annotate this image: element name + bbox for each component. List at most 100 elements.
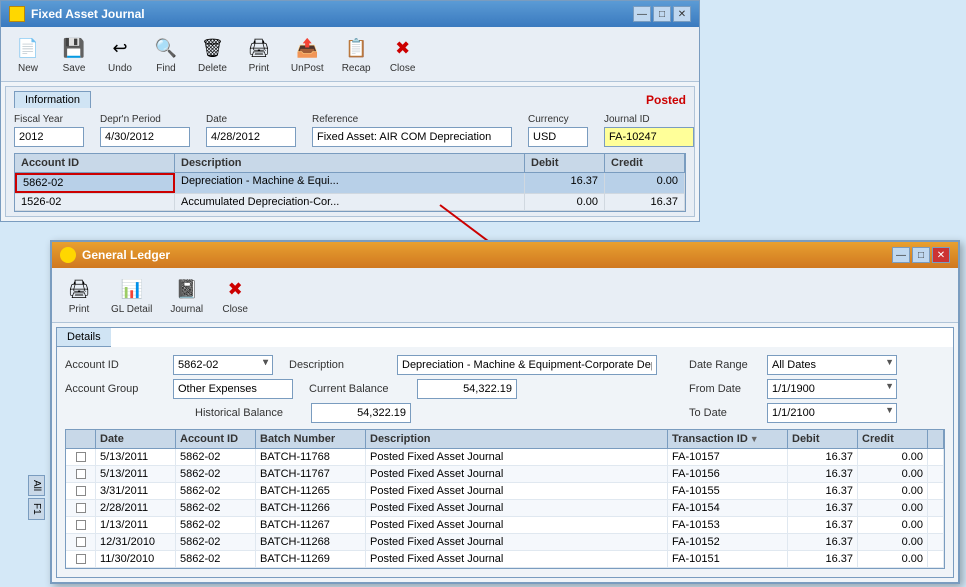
cell-account-6: 5862-02 bbox=[176, 551, 256, 567]
currency-input[interactable] bbox=[528, 127, 588, 147]
gl-maximize-button[interactable]: □ bbox=[912, 247, 930, 263]
reference-input[interactable] bbox=[312, 127, 512, 147]
gl-window-title: General Ledger bbox=[82, 248, 170, 262]
cell-credit-5: 0.00 bbox=[858, 534, 928, 550]
main-grid-body: 5862-02 Depreciation - Machine & Equi...… bbox=[14, 172, 686, 212]
cell-debit-4: 16.37 bbox=[788, 517, 858, 533]
cell-extra-5 bbox=[928, 534, 944, 550]
account-group-input[interactable] bbox=[173, 379, 293, 399]
table-row[interactable]: 5/13/2011 5862-02 BATCH-11767 Posted Fix… bbox=[66, 466, 944, 483]
fiscal-year-input[interactable] bbox=[14, 127, 84, 147]
mini-checkbox-0[interactable] bbox=[76, 452, 86, 462]
cell-account-5: 5862-02 bbox=[176, 534, 256, 550]
sidebar-tab-f1[interactable]: F1 bbox=[28, 498, 45, 520]
cell-batch-5: BATCH-11268 bbox=[256, 534, 366, 550]
delete-button[interactable]: 🗑 Delete bbox=[193, 31, 232, 77]
recap-button[interactable]: 📋 Recap bbox=[337, 31, 376, 77]
account-group-label: Account Group bbox=[65, 383, 165, 395]
depr-period-label: Depr'n Period bbox=[100, 114, 190, 125]
cell-credit-3: 0.00 bbox=[858, 500, 928, 516]
table-row[interactable]: 1/13/2011 5862-02 BATCH-11267 Posted Fix… bbox=[66, 517, 944, 534]
cell-check-0 bbox=[66, 449, 96, 465]
undo-button[interactable]: ↩ Undo bbox=[101, 31, 139, 77]
cell-account-0: 5862-02 bbox=[176, 449, 256, 465]
gl-print-icon: 🖨 bbox=[65, 275, 93, 303]
to-date-row: To Date 1/1/2100 bbox=[689, 403, 897, 423]
cell-extra-0 bbox=[928, 449, 944, 465]
current-balance-input[interactable] bbox=[417, 379, 517, 399]
main-window: Fixed Asset Journal — □ ✕ 📄 New 💾 Save ↩… bbox=[0, 0, 700, 222]
table-row[interactable]: 5/13/2011 5862-02 BATCH-11768 Posted Fix… bbox=[66, 449, 944, 466]
unpost-icon: 📤 bbox=[293, 34, 321, 62]
gl-detail-button[interactable]: 📊 GL Detail bbox=[106, 272, 157, 318]
table-row[interactable]: 3/31/2011 5862-02 BATCH-11265 Posted Fix… bbox=[66, 483, 944, 500]
minimize-button[interactable]: — bbox=[633, 6, 651, 22]
gl-print-label: Print bbox=[69, 304, 90, 315]
save-button[interactable]: 💾 Save bbox=[55, 31, 93, 77]
delete-icon: 🗑 bbox=[198, 34, 226, 62]
cell-debit-2: 16.37 bbox=[788, 483, 858, 499]
description-input[interactable] bbox=[397, 355, 657, 375]
cell-account-id-2: 1526-02 bbox=[15, 194, 175, 210]
reference-group: Reference bbox=[312, 114, 512, 147]
depr-period-input[interactable] bbox=[100, 127, 190, 147]
unpost-label: UnPost bbox=[291, 63, 324, 74]
sidebar-tab-all[interactable]: All bbox=[28, 475, 45, 496]
date-range-wrapper[interactable]: All Dates bbox=[767, 355, 897, 375]
gl-window-icon bbox=[60, 247, 76, 263]
details-tab: Details Account ID ▼ Description bbox=[56, 327, 954, 578]
mini-checkbox-5[interactable] bbox=[76, 537, 86, 547]
mini-checkbox-4[interactable] bbox=[76, 520, 86, 530]
cell-credit-1: 0.00 bbox=[605, 173, 685, 193]
mini-checkbox-1[interactable] bbox=[76, 469, 86, 479]
information-tab[interactable]: Information bbox=[14, 91, 91, 108]
currency-group: Currency bbox=[528, 114, 588, 147]
cell-transaction-3: FA-10154 bbox=[668, 500, 788, 516]
cell-debit-2: 0.00 bbox=[525, 194, 605, 210]
find-button[interactable]: 🔍 Find bbox=[147, 31, 185, 77]
gl-journal-icon: 📓 bbox=[173, 275, 201, 303]
to-date-wrapper[interactable]: 1/1/2100 bbox=[767, 403, 897, 423]
historical-balance-input[interactable] bbox=[311, 403, 411, 423]
table-row[interactable]: 5862-02 Depreciation - Machine & Equi...… bbox=[15, 173, 685, 194]
date-input[interactable] bbox=[206, 127, 296, 147]
fiscal-year-label: Fiscal Year bbox=[14, 114, 84, 125]
gl-close-toolbar-button[interactable]: ✖ Close bbox=[216, 272, 254, 318]
print-icon: 🖨 bbox=[245, 34, 273, 62]
journal-id-group: Journal ID bbox=[604, 114, 694, 147]
close-toolbar-button[interactable]: ✖ Close bbox=[384, 31, 422, 77]
new-label: New bbox=[18, 63, 38, 74]
col-credit: Credit bbox=[605, 154, 685, 172]
mini-checkbox-3[interactable] bbox=[76, 503, 86, 513]
gl-minimize-button[interactable]: — bbox=[892, 247, 910, 263]
cell-credit-2: 16.37 bbox=[605, 194, 685, 210]
details-tab-header[interactable]: Details bbox=[57, 328, 111, 347]
gl-grid-body: 5/13/2011 5862-02 BATCH-11768 Posted Fix… bbox=[65, 448, 945, 569]
cell-account-2: 5862-02 bbox=[176, 483, 256, 499]
table-row[interactable]: 11/30/2010 5862-02 BATCH-11269 Posted Fi… bbox=[66, 551, 944, 568]
gl-title-left: General Ledger bbox=[60, 247, 170, 263]
table-row[interactable]: 1526-02 Accumulated Depreciation-Cor... … bbox=[15, 194, 685, 211]
close-main-button[interactable]: ✕ bbox=[673, 6, 691, 22]
mini-checkbox-6[interactable] bbox=[76, 554, 86, 564]
cell-transaction-0: FA-10157 bbox=[668, 449, 788, 465]
mini-checkbox-2[interactable] bbox=[76, 486, 86, 496]
gl-journal-button[interactable]: 📓 Journal bbox=[165, 272, 208, 318]
from-date-wrapper[interactable]: 1/1/1900 bbox=[767, 379, 897, 399]
gl-grid-header: Date Account ID Batch Number Description… bbox=[65, 429, 945, 448]
date-range-select[interactable]: All Dates bbox=[767, 355, 897, 375]
cell-credit-6: 0.00 bbox=[858, 551, 928, 567]
unpost-button[interactable]: 📤 UnPost bbox=[286, 31, 329, 77]
to-date-select[interactable]: 1/1/2100 bbox=[767, 403, 897, 423]
new-button[interactable]: 📄 New bbox=[9, 31, 47, 77]
journal-id-input[interactable] bbox=[604, 127, 694, 147]
print-button[interactable]: 🖨 Print bbox=[240, 31, 278, 77]
cell-batch-4: BATCH-11267 bbox=[256, 517, 366, 533]
gl-print-button[interactable]: 🖨 Print bbox=[60, 272, 98, 318]
table-row[interactable]: 2/28/2011 5862-02 BATCH-11266 Posted Fix… bbox=[66, 500, 944, 517]
from-date-select[interactable]: 1/1/1900 bbox=[767, 379, 897, 399]
account-id-input[interactable] bbox=[173, 355, 273, 375]
maximize-button[interactable]: □ bbox=[653, 6, 671, 22]
table-row[interactable]: 12/31/2010 5862-02 BATCH-11268 Posted Fi… bbox=[66, 534, 944, 551]
gl-close-button[interactable]: ✕ bbox=[932, 247, 950, 263]
